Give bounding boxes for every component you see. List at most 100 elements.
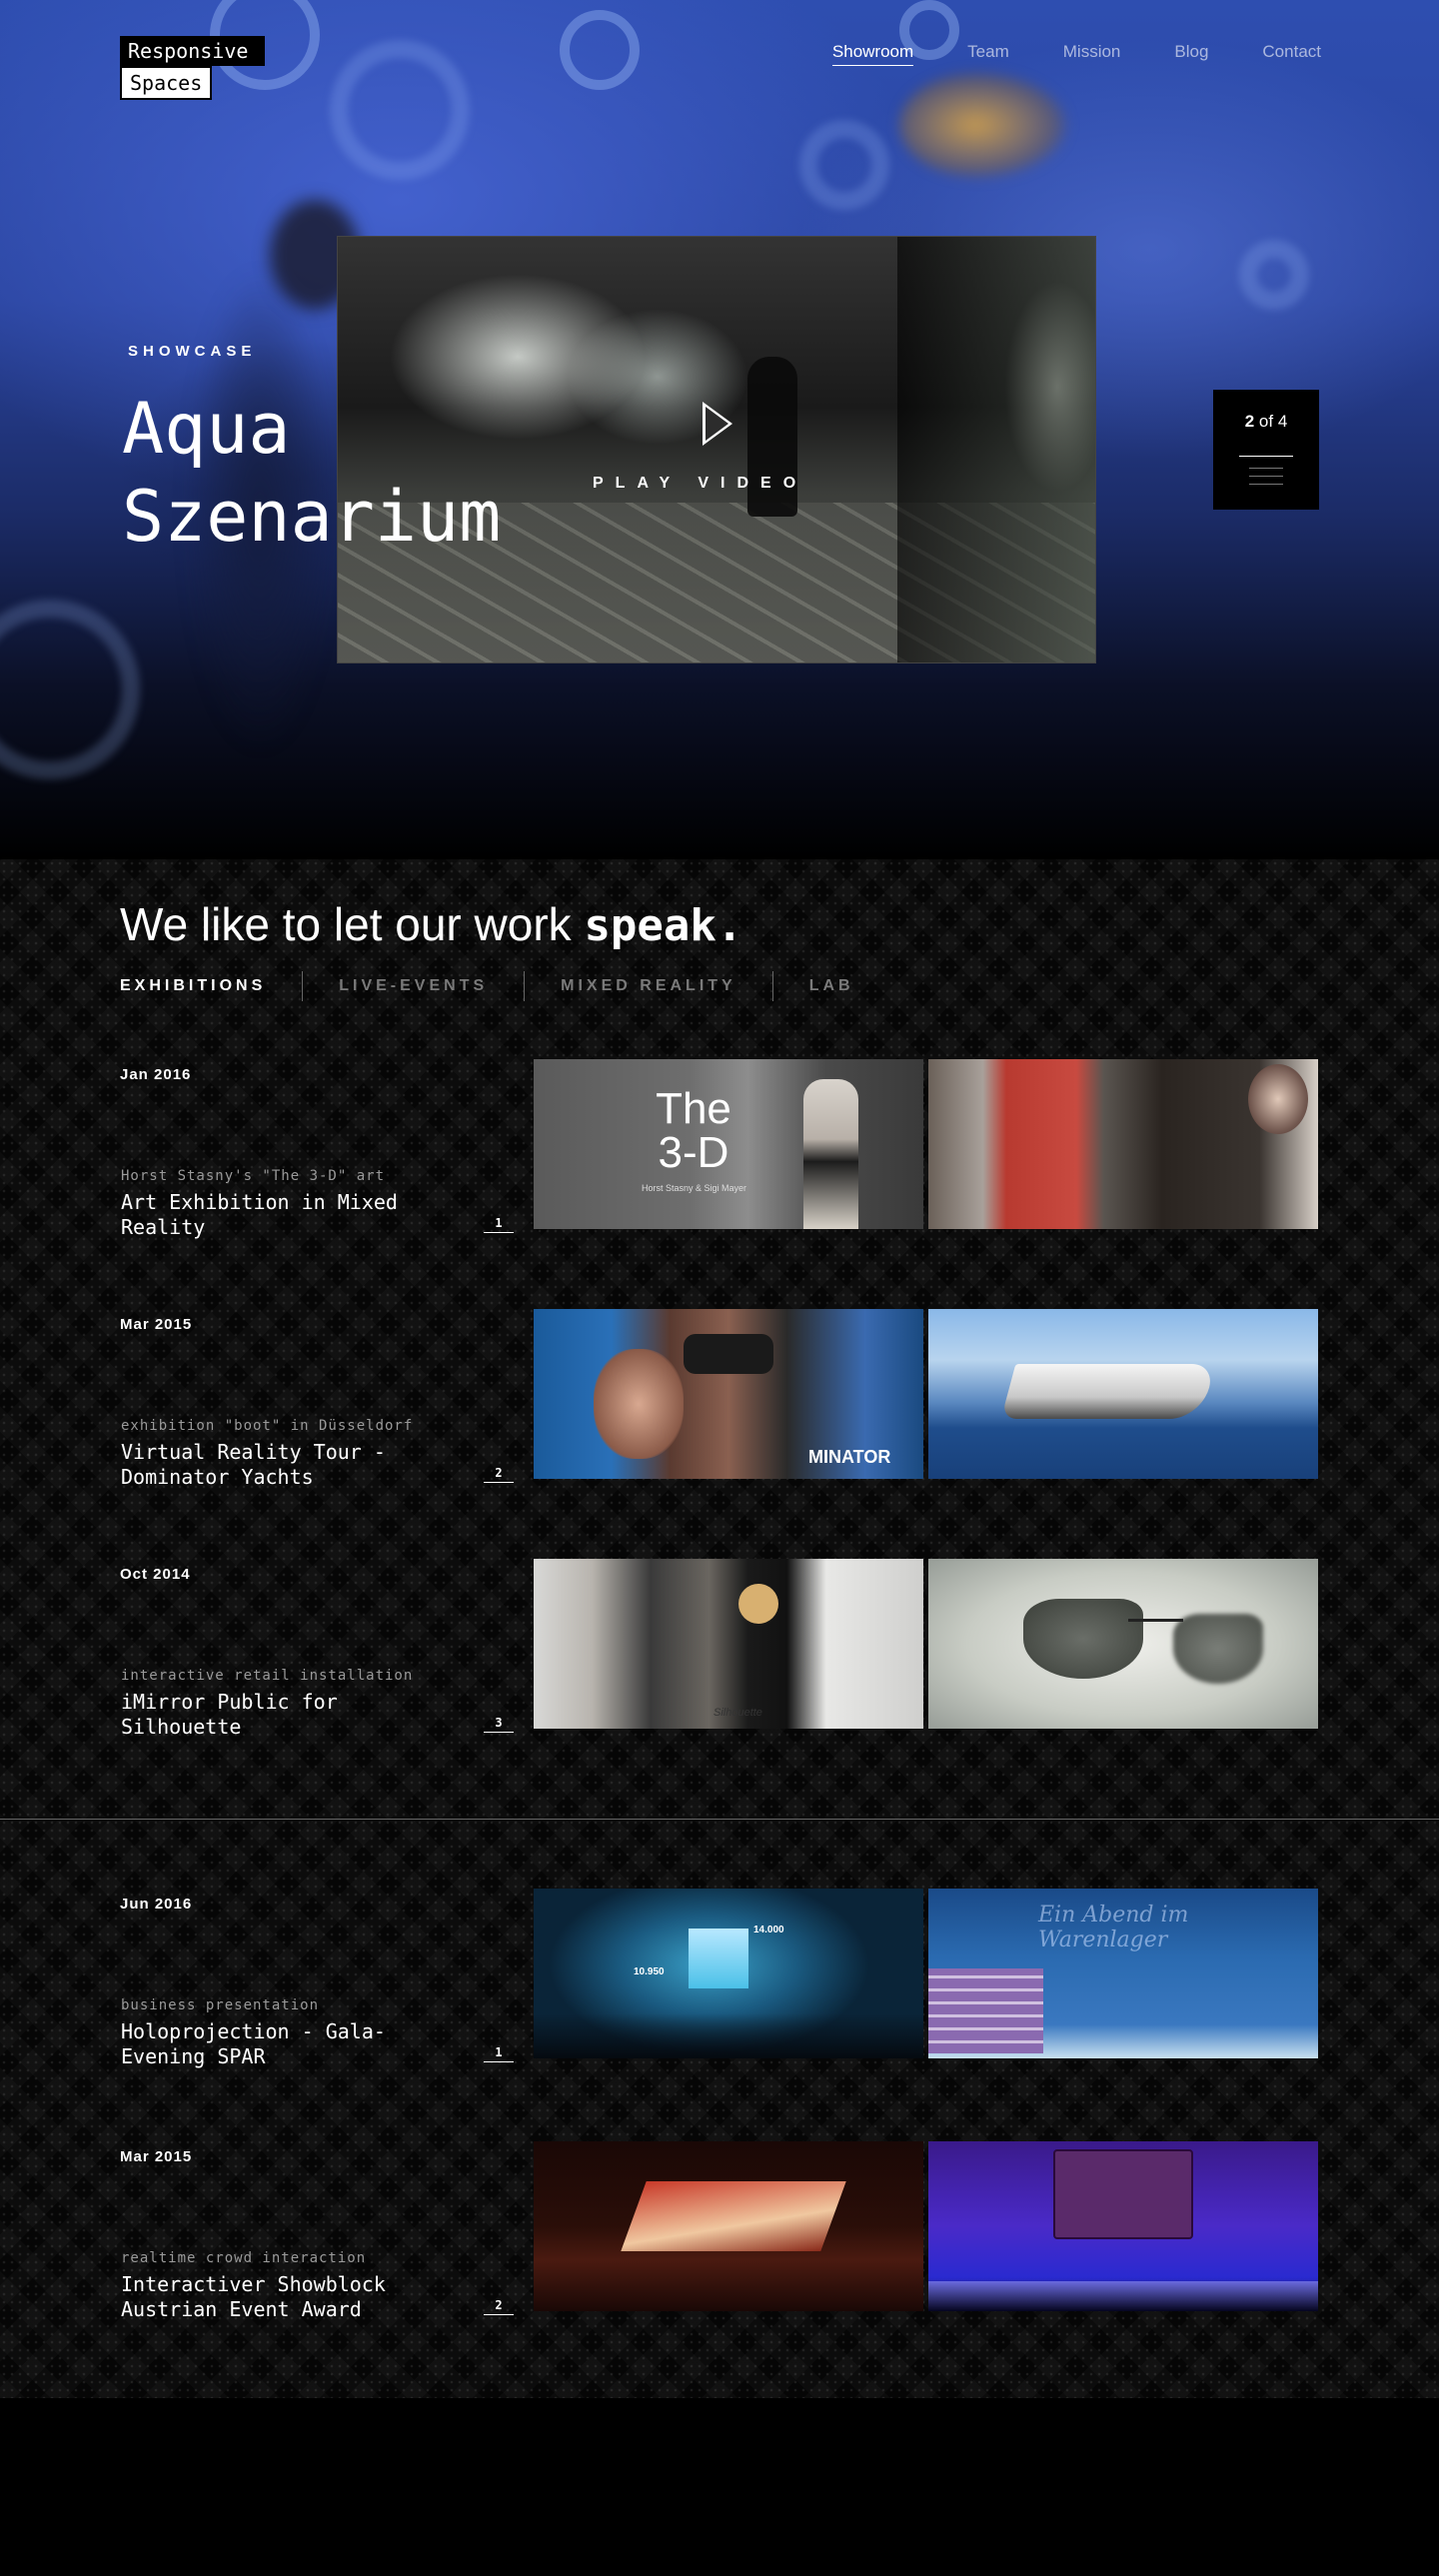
yacht-shape	[1000, 1364, 1216, 1419]
headline-emphasis: speak.	[584, 900, 743, 951]
project-subtitle: business presentation	[121, 1997, 320, 2013]
project-thumbnail[interactable]: 10.950 14.000	[534, 1889, 923, 2058]
nav-showroom[interactable]: Showroom	[831, 42, 914, 66]
project-thumbnail[interactable]	[928, 1309, 1318, 1479]
brand-logo[interactable]: Responsive Spaces	[120, 36, 265, 100]
hero-title: Aqua Szenarium	[122, 388, 502, 558]
filter-separator	[302, 971, 304, 1001]
project-subtitle: realtime crowd interaction	[121, 2250, 367, 2266]
main-nav: Showroom Team Mission Blog Contact	[831, 42, 1321, 66]
building-facade	[621, 2181, 846, 2251]
project-number: 1	[484, 1216, 514, 1233]
thumb-brand: MINATOR	[808, 1447, 891, 1467]
bubble-decoration	[560, 10, 640, 90]
project-row[interactable]: Jan 2016 Horst Stasny's "The 3-D" art Ar…	[0, 1059, 1439, 1246]
project-thumbnail[interactable]: The 3-D Horst Stasny & Sigi Mayer	[534, 1059, 923, 1229]
project-thumbnail[interactable]	[928, 1059, 1318, 1229]
fish-decoration	[899, 70, 1069, 180]
project-subtitle: exhibition "boot" in Düsseldorf	[121, 1418, 414, 1434]
tab-mixed-reality[interactable]: MIXED REALITY	[561, 977, 736, 995]
category-filters: EXHIBITIONS LIVE-EVENTS MIXED REALITY LA…	[120, 971, 854, 1001]
vr-headset-icon	[684, 1334, 773, 1374]
video-wall	[897, 237, 1095, 662]
nav-team[interactable]: Team	[967, 42, 1009, 66]
brand-line-1: Responsive	[120, 36, 265, 66]
video-figure	[747, 357, 797, 517]
stage-screen	[1053, 2149, 1193, 2239]
project-number: 1	[484, 2045, 514, 2062]
headline-prefix: We like to let our work	[120, 898, 585, 950]
hero-section: Responsive Spaces Showroom Team Mission …	[0, 0, 1439, 859]
project-date: Jun 2016	[120, 1896, 193, 1913]
project-title[interactable]: Holoprojection - Gala-Evening SPAR	[121, 2019, 421, 2069]
hero-eyebrow: SHOWCASE	[128, 343, 257, 360]
play-icon[interactable]	[703, 402, 732, 446]
project-row[interactable]: Mar 2015 exhibition "boot" in Düsseldorf…	[0, 1309, 1439, 1496]
menu-line	[1249, 468, 1283, 469]
project-date: Mar 2015	[120, 1316, 193, 1333]
project-thumbnail[interactable]	[928, 2141, 1318, 2311]
project-title[interactable]: iMirror Public for Silhouette	[121, 1690, 421, 1740]
menu-line	[1249, 476, 1283, 477]
menu-line	[1249, 484, 1283, 485]
project-date: Mar 2015	[120, 2148, 193, 2165]
project-thumbnail[interactable]	[534, 2141, 923, 2311]
project-title[interactable]: Art Exhibition in Mixed Reality	[121, 1190, 421, 1240]
sunglasses-lens-right	[1173, 1614, 1263, 1684]
nav-contact[interactable]: Contact	[1262, 42, 1321, 66]
project-date: Oct 2014	[120, 1566, 191, 1583]
nav-blog[interactable]: Blog	[1174, 42, 1208, 66]
display-logo	[738, 1584, 778, 1624]
pager-divider	[1239, 456, 1293, 457]
work-headline: We like to let our work speak.	[120, 897, 742, 951]
thumb-face	[1248, 1064, 1308, 1134]
bubble-decoration	[799, 120, 889, 210]
project-thumbnail[interactable]: MINATOR	[534, 1309, 923, 1479]
bubble-decoration	[330, 40, 470, 180]
project-title[interactable]: Interactiver Showblock Austrian Event Aw…	[121, 2272, 421, 2322]
hologram-shape	[689, 1929, 748, 1988]
sunglasses-lens-left	[1023, 1599, 1143, 1679]
project-date: Jan 2016	[120, 1066, 192, 1083]
thumb-brand: Silhouette	[714, 1707, 762, 1719]
work-section: We like to let our work speak. EXHIBITIO…	[0, 859, 1439, 2398]
sunglasses-bridge	[1128, 1619, 1183, 1622]
stage-building	[928, 1968, 1043, 2053]
thumb-script-text: Ein Abend im Warenlager	[1038, 1903, 1189, 1952]
pager-current: 2	[1244, 412, 1255, 431]
project-thumbnail[interactable]: Ein Abend im Warenlager	[928, 1889, 1318, 2058]
project-row[interactable]: Jun 2016 business presentation Holoproje…	[0, 1889, 1439, 2075]
project-number: 2	[484, 2298, 514, 2315]
bubble-decoration	[1239, 240, 1309, 310]
project-number: 3	[484, 1716, 514, 1733]
nav-mission[interactable]: Mission	[1063, 42, 1121, 66]
filter-separator	[771, 971, 773, 1001]
pager-count: 2 of 4	[1213, 412, 1319, 432]
page-footer-space	[0, 2398, 1439, 2576]
thumb-stat: 10.950	[634, 1966, 665, 1977]
tab-lab[interactable]: LAB	[809, 977, 854, 995]
tab-live-events[interactable]: LIVE-EVENTS	[339, 977, 488, 995]
section-divider	[0, 1819, 1439, 1820]
thumb-person	[594, 1349, 684, 1459]
filter-separator	[524, 971, 526, 1001]
slide-pager[interactable]: 2 of 4	[1213, 390, 1319, 510]
pager-total: of 4	[1258, 412, 1288, 431]
audience-silhouette	[534, 2013, 923, 2058]
thumb-caption: Horst Stasny & Sigi Mayer	[642, 1183, 747, 1193]
project-number: 2	[484, 1466, 514, 1483]
bubble-decoration	[0, 600, 140, 779]
thumb-stat: 14.000	[753, 1925, 784, 1935]
thumb-figure	[803, 1079, 858, 1229]
project-subtitle: Horst Stasny's "The 3-D" art	[121, 1168, 386, 1184]
project-thumbnail[interactable]	[928, 1559, 1318, 1729]
tab-exhibitions[interactable]: EXHIBITIONS	[120, 977, 266, 995]
project-thumbnail[interactable]: Silhouette	[534, 1559, 923, 1729]
thumb-title: The 3-D	[656, 1084, 731, 1177]
stage-floor	[928, 2281, 1318, 2311]
project-row[interactable]: Oct 2014 interactive retail installation…	[0, 1559, 1439, 1746]
project-subtitle: interactive retail installation	[121, 1668, 414, 1684]
brand-line-2: Spaces	[120, 66, 213, 100]
project-title[interactable]: Virtual Reality Tour - Dominator Yachts	[121, 1440, 421, 1490]
project-row[interactable]: Mar 2015 realtime crowd interaction Inte…	[0, 2141, 1439, 2328]
